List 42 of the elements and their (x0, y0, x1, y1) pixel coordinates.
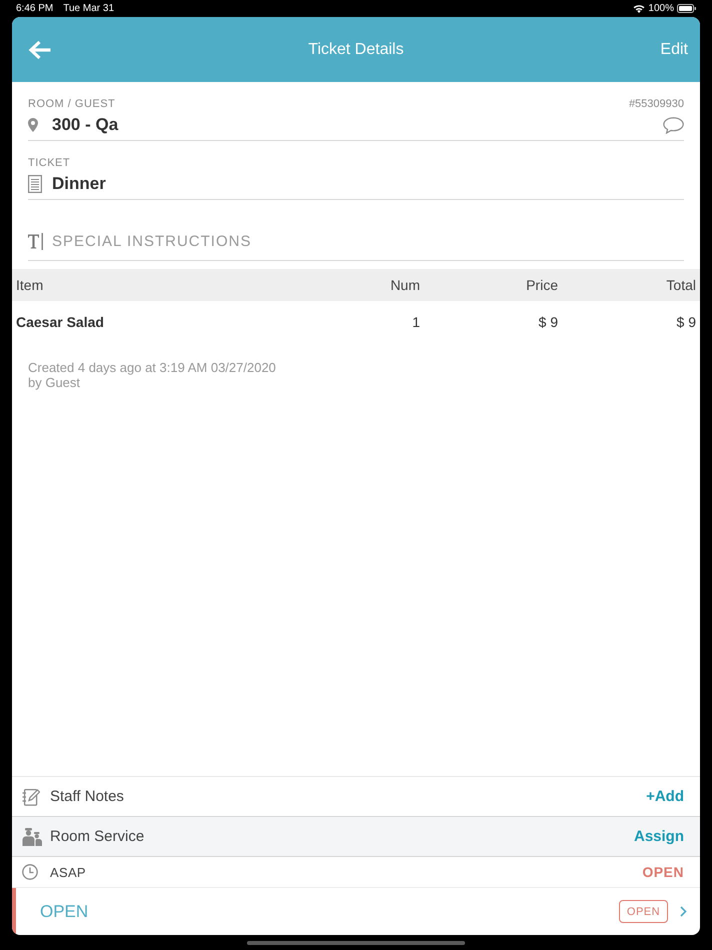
field-value: 300 - Qa (52, 115, 118, 135)
column-header: Price (526, 277, 558, 293)
header-title: Ticket Details (308, 40, 404, 58)
table-cell: $ 9 (538, 314, 558, 330)
back-button[interactable] (28, 40, 52, 60)
section-action-link[interactable]: Assign (634, 828, 684, 845)
status-date: Tue Mar 31 (63, 3, 114, 14)
created-info: by Guest (28, 375, 80, 390)
chat-bubble-icon[interactable] (663, 116, 684, 134)
document-icon (28, 175, 42, 193)
chevron-right-icon (680, 906, 687, 917)
location-pin-icon (28, 118, 38, 132)
field-label: ROOM / GUEST (28, 98, 116, 111)
table-cell: $ 9 (676, 314, 696, 330)
status-badge: OPEN (619, 900, 668, 923)
status-row[interactable]: OPEN OPEN (12, 888, 700, 935)
field-value: Dinner (52, 174, 106, 194)
battery-icon (677, 4, 696, 13)
notepad-pencil-icon (22, 788, 40, 806)
text-icon (28, 232, 44, 250)
special-instructions-field[interactable]: SPECIAL INSTRUCTIONS (52, 226, 684, 256)
column-header: Item (16, 277, 44, 293)
ticket-number: #55309930 (628, 98, 684, 111)
clock-icon (22, 864, 38, 880)
status-time: 6:46 PM (16, 3, 54, 14)
status-text: OPEN (40, 902, 88, 922)
section-label: Room Service (50, 828, 144, 845)
column-header: Total (666, 277, 696, 293)
table-cell: Caesar Salad (16, 314, 104, 330)
back-arrow-icon (28, 40, 52, 60)
section-action-link[interactable]: +Add (646, 788, 684, 805)
section-label: Staff Notes (50, 788, 124, 805)
schedule-status: OPEN (642, 864, 684, 880)
field-label: TICKET (28, 157, 70, 170)
schedule-label: ASAP (50, 864, 86, 880)
column-header: Num (390, 277, 420, 293)
created-info: Created 4 days ago at 3:19 AM 03/27/2020 (28, 360, 276, 375)
edit-button[interactable]: Edit (660, 38, 688, 60)
wifi-icon (633, 4, 646, 13)
table-cell: 1 (412, 314, 420, 330)
staff-icon (20, 828, 42, 846)
battery-percent: 100% (648, 3, 674, 14)
